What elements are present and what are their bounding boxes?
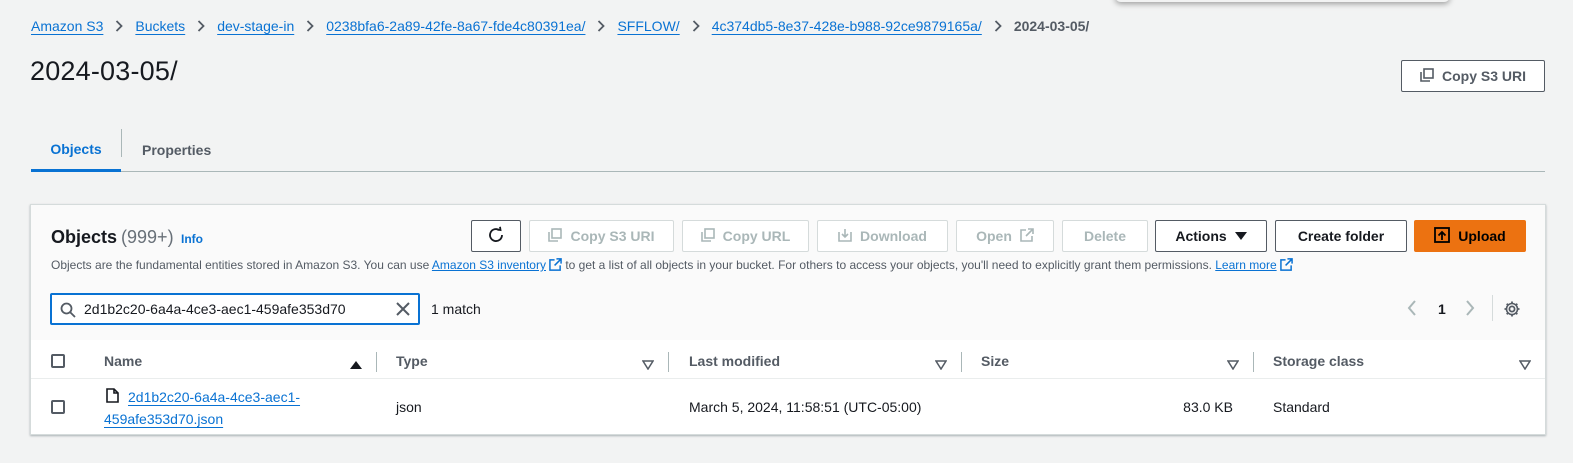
search-icon	[60, 302, 76, 323]
refresh-button[interactable]	[471, 220, 521, 252]
column-divider	[376, 352, 377, 372]
copy-icon	[1420, 67, 1434, 85]
select-all-checkbox[interactable]	[51, 354, 65, 368]
learn-more-label: Learn more	[1215, 258, 1277, 272]
table-row: 2d1b2c20-6a4a-4ce3-aec1- 459afe353d70.js…	[31, 380, 1545, 435]
sort-icon[interactable]	[1518, 357, 1532, 375]
chevron-right-icon	[585, 20, 617, 32]
column-header-type[interactable]: Type	[396, 343, 428, 379]
object-last-modified: March 5, 2024, 11:58:51 (UTC-05:00)	[689, 399, 922, 415]
actions-dropdown[interactable]: Actions	[1155, 220, 1267, 252]
copy-icon	[700, 227, 715, 245]
search-field	[50, 293, 420, 325]
objects-panel: Objects (999+) Info Copy S3 URI Copy URL …	[30, 204, 1546, 435]
match-count: 1 match	[431, 301, 481, 317]
delete-button[interactable]: Delete	[1062, 220, 1148, 252]
inventory-link-label: Amazon S3 inventory	[431, 258, 546, 272]
create-folder-label: Create folder	[1297, 228, 1385, 244]
breadcrumb-amazon-s3[interactable]: Amazon S3	[31, 18, 103, 34]
open-label: Open	[976, 228, 1012, 244]
refresh-icon	[487, 226, 505, 247]
copy-s3-uri-toolbar-label: Copy S3 URI	[570, 228, 655, 244]
column-divider	[668, 352, 669, 372]
description-text-2: to get a list of all objects in your buc…	[561, 258, 1216, 272]
column-header-size[interactable]: Size	[981, 343, 1009, 379]
learn-more-link[interactable]: Learn more	[1215, 258, 1293, 274]
breadcrumb-folder-1[interactable]: 0238bfa6-2a89-42fe-8a67-fde4c80391ea/	[326, 18, 585, 34]
chevron-right-icon	[103, 20, 135, 32]
chevron-right-icon	[185, 20, 217, 32]
breadcrumb-folder-3[interactable]: 4c374db5-8e37-428e-b988-92ce9879165a/	[712, 18, 982, 34]
chevron-right-icon	[982, 20, 1014, 32]
objects-heading-label: Objects	[51, 227, 118, 247]
clear-icon[interactable]	[394, 300, 412, 323]
column-header-name[interactable]: Name	[104, 343, 142, 379]
column-divider	[1253, 352, 1254, 372]
object-name-link[interactable]: 2d1b2c20-6a4a-4ce3-aec1- 459afe353d70.js…	[104, 386, 364, 430]
tab-divider	[121, 129, 122, 157]
object-name-line1: 2d1b2c20-6a4a-4ce3-aec1-	[128, 389, 301, 405]
copy-url-button[interactable]: Copy URL	[682, 220, 809, 252]
chevron-right-icon	[680, 20, 712, 32]
chevron-right-icon	[294, 20, 326, 32]
external-link-icon	[1020, 227, 1034, 245]
search-input[interactable]	[82, 295, 382, 323]
external-link-icon	[549, 258, 562, 274]
object-storage-class: Standard	[1273, 399, 1330, 415]
object-size: 83.0 KB	[1183, 399, 1233, 415]
breadcrumb: Amazon S3 Buckets dev-stage-in 0238bfa6-…	[31, 16, 1089, 36]
download-button[interactable]: Download	[817, 220, 948, 252]
objects-description: Objects are the fundamental entities sto…	[51, 258, 1293, 274]
breadcrumb-bucket[interactable]: dev-stage-in	[217, 18, 294, 34]
object-name-line2: 459afe353d70.json	[104, 411, 224, 427]
row-checkbox[interactable]	[51, 400, 65, 414]
sort-icon[interactable]	[641, 357, 655, 375]
tab-objects[interactable]: Objects	[31, 128, 121, 172]
open-button[interactable]: Open	[956, 220, 1054, 252]
copy-icon	[548, 227, 563, 245]
upload-label: Upload	[1458, 228, 1506, 244]
chevron-right-icon[interactable]	[1465, 300, 1475, 321]
objects-heading: Objects (999+)	[51, 227, 174, 248]
chevron-left-icon[interactable]	[1407, 300, 1417, 321]
copy-s3-uri-button[interactable]: Copy S3 URI	[1401, 60, 1545, 92]
create-folder-button[interactable]: Create folder	[1275, 220, 1407, 252]
sort-ascending-icon[interactable]	[350, 357, 362, 375]
objects-count: (999+)	[121, 227, 174, 247]
copy-url-label: Copy URL	[722, 228, 791, 244]
column-header-storage-class[interactable]: Storage class	[1273, 343, 1364, 379]
breadcrumb-current: 2024-03-05/	[1013, 18, 1090, 34]
inventory-link[interactable]: Amazon S3 inventory	[432, 258, 562, 272]
download-icon	[838, 228, 852, 245]
breadcrumb-folder-2[interactable]: SFFLOW/	[617, 18, 679, 34]
caret-down-icon	[1234, 228, 1247, 244]
upload-button[interactable]: Upload	[1414, 220, 1526, 252]
download-label: Download	[860, 228, 927, 244]
column-divider	[961, 352, 962, 372]
page-title: 2024-03-05/	[30, 56, 178, 86]
object-type: json	[396, 399, 422, 415]
copy-s3-uri-label: Copy S3 URI	[1441, 68, 1526, 84]
breadcrumb-buckets[interactable]: Buckets	[135, 18, 185, 34]
page-number[interactable]: 1	[1438, 301, 1446, 317]
delete-label: Delete	[1083, 228, 1127, 244]
copy-s3-uri-toolbar-button[interactable]: Copy S3 URI	[529, 220, 674, 252]
info-link[interactable]: Info	[181, 232, 203, 246]
actions-label: Actions	[1175, 228, 1227, 244]
column-header-last-modified[interactable]: Last modified	[689, 343, 780, 379]
upload-icon	[1434, 226, 1451, 246]
settings-icon[interactable]	[1503, 300, 1521, 323]
sort-icon[interactable]	[934, 357, 948, 375]
table-header: Name Type Last modified Size Storage cla…	[31, 343, 1545, 379]
external-link-icon	[1279, 258, 1293, 274]
tab-list: Objects Properties	[31, 128, 1545, 172]
sort-icon[interactable]	[1226, 357, 1240, 375]
description-text-1: Objects are the fundamental entities sto…	[51, 258, 432, 272]
overlay-edge	[1115, 0, 1450, 2]
tab-properties[interactable]: Properties	[142, 128, 211, 172]
pager-divider	[1492, 295, 1493, 321]
